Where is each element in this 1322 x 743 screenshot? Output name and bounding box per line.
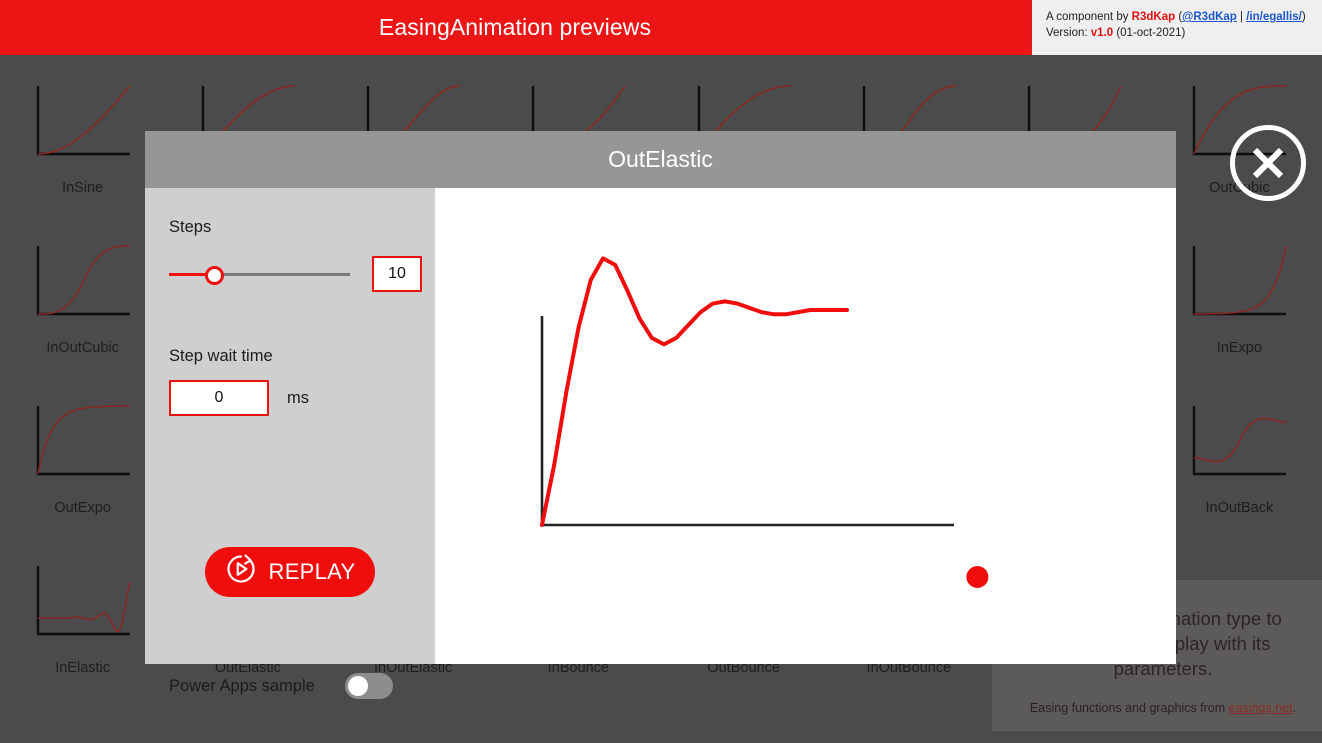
- credits-line: A component by R3dKap (@R3dKap | /in/ega…: [1046, 9, 1322, 25]
- animated-ball-marker: [966, 566, 989, 588]
- easing-thumbnail-label: InOutCubic: [46, 340, 119, 356]
- thumbnail-curve-chart: [36, 85, 131, 156]
- easing-thumbnail-label: InElastic: [55, 660, 111, 676]
- thumbnail-curve: [1194, 417, 1287, 463]
- thumbnail-curve: [37, 85, 131, 155]
- steps-input[interactable]: 10: [372, 256, 422, 292]
- attribution-text: Easing functions and graphics from easin…: [1018, 701, 1308, 715]
- chart-axes: [540, 316, 954, 527]
- thumbnail-curve: [36, 405, 130, 475]
- easing-thumbnail-inoutcubic[interactable]: InOutCubic: [0, 215, 165, 375]
- thumbnail-axes: [36, 86, 130, 156]
- attribution-prefix: Easing functions and graphics from: [1029, 701, 1229, 715]
- step-wait-time-label: Step wait time: [169, 347, 273, 365]
- dialog-body: Steps 10 Step wait time 0 ms REPLAY Powe…: [145, 188, 1176, 699]
- version-date: (01-oct-2021): [1113, 27, 1186, 39]
- thumbnail-axes: [36, 406, 130, 476]
- replay-play-icon: [225, 553, 257, 591]
- replay-button[interactable]: REPLAY: [205, 547, 375, 597]
- linkedin-link[interactable]: /in/egallis/: [1246, 11, 1302, 23]
- easing-thumbnail-label: InExpo: [1216, 340, 1262, 356]
- slider-thumb[interactable]: [205, 266, 225, 285]
- easing-thumbnail-inoutback[interactable]: InOutBack: [1157, 375, 1322, 535]
- attribution-suffix: .: [1292, 701, 1297, 715]
- thumbnail-curve-chart: [1193, 406, 1287, 476]
- thumbnail-curve: [37, 245, 130, 315]
- credits-paren-close: ): [1301, 11, 1306, 23]
- thumbnail-curve: [1194, 245, 1288, 315]
- chart-series-line: [540, 256, 849, 527]
- easings-net-link[interactable]: easings.net: [1229, 701, 1293, 715]
- page-title: EasingAnimation previews: [378, 14, 652, 40]
- credits-prefix: A component by: [1046, 11, 1132, 23]
- close-button[interactable]: [1230, 125, 1306, 201]
- replay-button-label: REPLAY: [268, 559, 356, 584]
- thumbnail-axes: [36, 566, 130, 636]
- steps-control-row: 10: [169, 256, 435, 292]
- step-wait-time-unit: ms: [287, 388, 309, 407]
- thumbnail-curve-chart: [36, 405, 130, 476]
- easing-thumbnail-inelastic[interactable]: InElastic: [0, 535, 165, 695]
- power-apps-sample-label: Power Apps sample: [169, 676, 315, 695]
- easing-thumbnail-label: InSine: [62, 180, 104, 196]
- thumbnail-curve-chart: [1193, 245, 1288, 316]
- version-value: v1.0: [1090, 27, 1114, 39]
- step-wait-time-input[interactable]: 0: [169, 380, 269, 416]
- thumbnail-curve: [37, 581, 131, 633]
- parameters-panel: Steps 10 Step wait time 0 ms REPLAY Powe…: [145, 188, 435, 699]
- thumbnail-axes: [1193, 246, 1287, 316]
- easing-thumbnail-inexpo[interactable]: InExpo: [1157, 215, 1322, 375]
- easing-curve-chart: [540, 256, 989, 588]
- thumbnail-curve-chart: [36, 245, 130, 316]
- dialog-title: OutElastic: [145, 131, 1176, 188]
- easing-thumbnail-label: InOutBack: [1205, 500, 1274, 516]
- power-apps-sample-row: Power Apps sample: [169, 673, 415, 699]
- easing-thumbnail-label: OutExpo: [54, 500, 111, 516]
- steps-slider[interactable]: [169, 262, 350, 286]
- thumbnail-curve-chart: [36, 566, 131, 636]
- app-root: EasingAnimation previews A component by …: [0, 0, 1322, 743]
- credits-author: R3dKap: [1131, 11, 1176, 23]
- easing-detail-dialog: OutElastic Steps 10 Step wait time 0 ms: [145, 131, 1176, 699]
- credits-separator: |: [1236, 11, 1247, 23]
- step-wait-time-row: 0 ms: [169, 380, 435, 416]
- easing-thumbnail-insine[interactable]: InSine: [0, 55, 165, 215]
- version-line: Version: v1.0 (01-oct-2021): [1046, 25, 1322, 41]
- component-credits: A component by R3dKap (@R3dKap | /in/ega…: [1030, 0, 1322, 55]
- version-label: Version:: [1046, 27, 1091, 39]
- easing-thumbnail-outexpo[interactable]: OutExpo: [0, 375, 165, 535]
- app-header: EasingAnimation previews A component by …: [0, 0, 1322, 55]
- power-apps-sample-toggle[interactable]: [345, 673, 393, 699]
- steps-label: Steps: [169, 218, 212, 236]
- easing-preview-area: [435, 188, 1176, 664]
- twitter-link[interactable]: @R3dKap: [1182, 11, 1237, 23]
- toggle-knob: [348, 676, 368, 696]
